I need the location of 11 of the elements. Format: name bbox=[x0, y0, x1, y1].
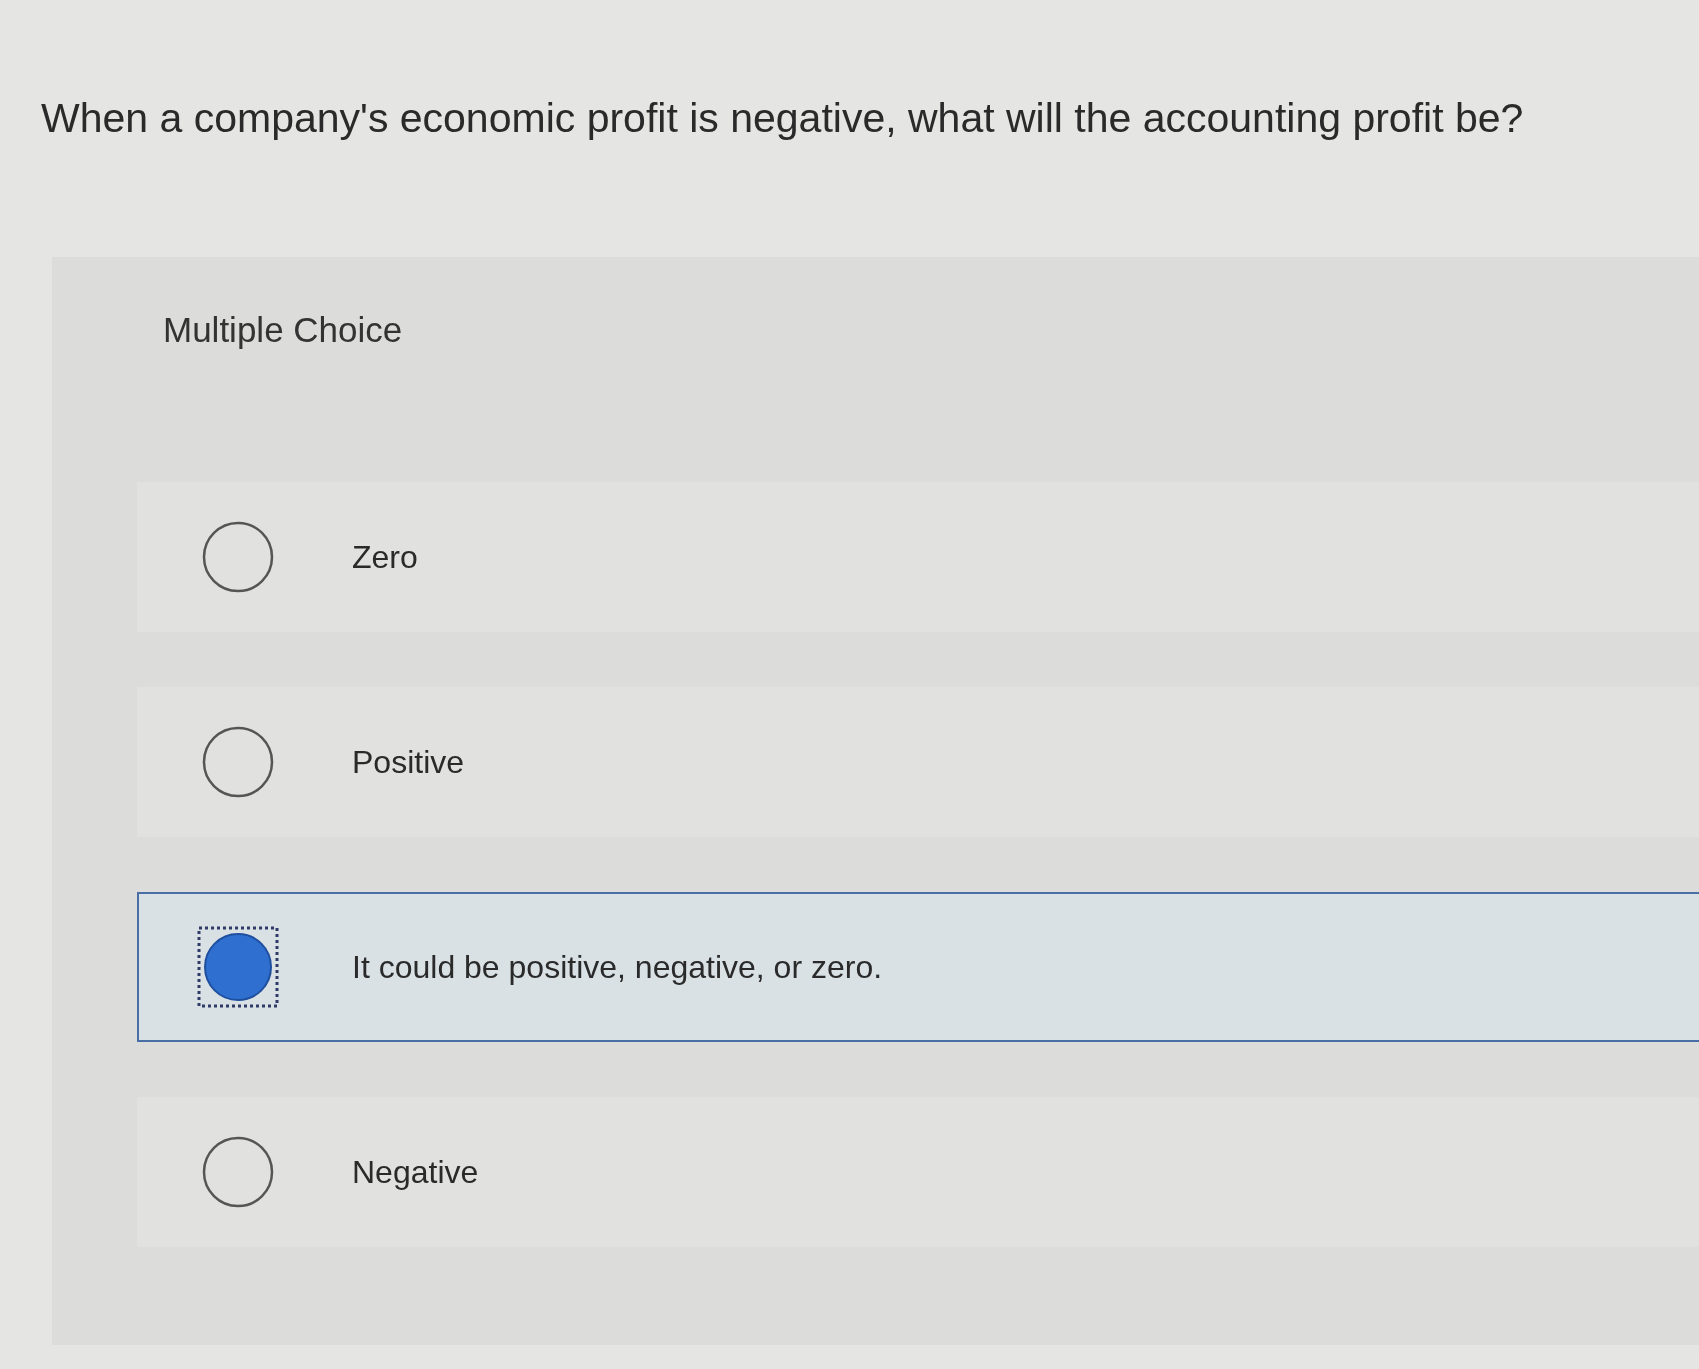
option-card[interactable]: Positive bbox=[137, 687, 1699, 837]
question-text: When a company's economic profit is negative, what will the accounting profit be? bbox=[41, 94, 1525, 142]
option-label[interactable]: It could be positive, negative, or zero. bbox=[352, 947, 883, 987]
option-label[interactable]: Negative bbox=[352, 1152, 479, 1192]
option-label[interactable]: Positive bbox=[352, 742, 465, 782]
option-card[interactable]: It could be positive, negative, or zero. bbox=[137, 892, 1699, 1042]
option-card[interactable]: Zero bbox=[137, 482, 1699, 632]
option-label[interactable]: Zero bbox=[352, 537, 418, 577]
option-card[interactable]: Negative bbox=[137, 1097, 1699, 1247]
question-type-label: Multiple Choice bbox=[163, 309, 404, 351]
radio-button[interactable] bbox=[197, 926, 279, 1008]
